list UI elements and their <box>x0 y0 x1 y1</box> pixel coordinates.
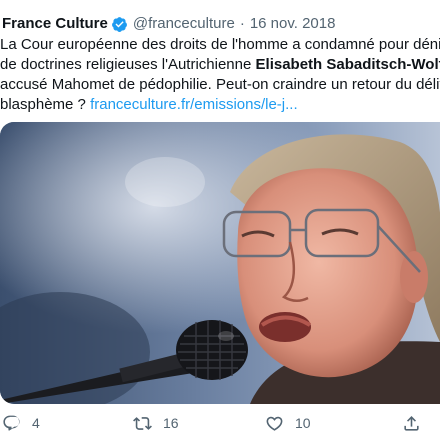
retweet-icon <box>133 416 152 430</box>
text-bold-name: Elisabeth Sabaditsch-Wolff <box>255 56 440 73</box>
tweet-actions: 4 16 10 <box>0 410 440 436</box>
share-button[interactable] <box>402 410 421 436</box>
tweet-date[interactable]: 16 nov. 2018 <box>250 14 336 34</box>
article-link[interactable]: franceculture.fr/emissions/le-j... <box>90 96 298 113</box>
separator-dot: · <box>239 15 245 32</box>
text-segment: de doctrines religieuses l'Autrichienne <box>0 56 256 73</box>
share-icon <box>404 415 419 431</box>
reply-button[interactable]: 4 <box>2 410 40 436</box>
like-count: 10 <box>295 415 311 431</box>
retweet-button[interactable]: 16 <box>133 410 179 436</box>
tweet-text: La Cour européenne des droits de l'homme… <box>0 35 440 115</box>
author-name[interactable]: France Culture <box>2 14 108 34</box>
reply-icon <box>3 415 20 431</box>
text-line: de doctrines religieuses l'Autrichienne … <box>0 55 440 75</box>
reply-count: 4 <box>32 415 40 431</box>
photo-woman-microphone <box>0 122 440 404</box>
tweet-header: France Culture @franceculture · 16 nov. … <box>2 14 335 34</box>
like-button[interactable]: 10 <box>265 410 311 436</box>
tweet-card[interactable]: France Culture @franceculture · 16 nov. … <box>0 0 440 440</box>
verified-badge-icon <box>111 16 128 33</box>
text-line: La Cour européenne des droits de l'homme… <box>0 36 440 53</box>
heart-icon <box>266 416 283 431</box>
text-segment: blasphème ? <box>0 96 91 113</box>
text-line: blasphème ? franceculture.fr/emissions/l… <box>0 95 440 115</box>
text-line: accusé Mahomet de pédophilie. Peut-on cr… <box>0 76 440 93</box>
retweet-count: 16 <box>163 415 179 431</box>
author-handle[interactable]: @franceculture <box>133 14 235 34</box>
tweet-photo[interactable] <box>0 122 440 404</box>
